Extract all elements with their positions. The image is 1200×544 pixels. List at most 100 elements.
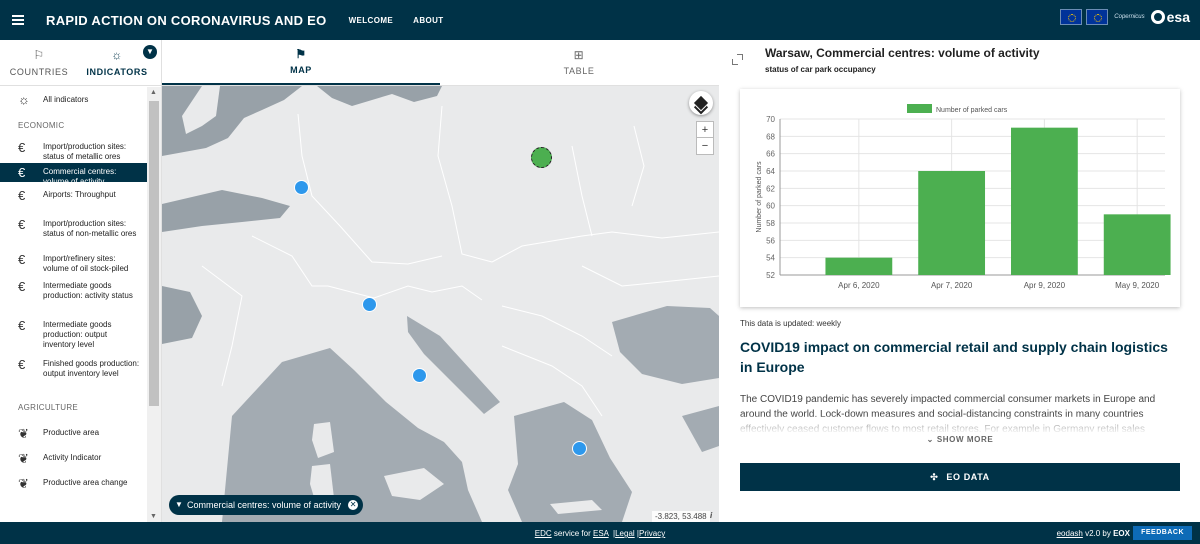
x-tick-label: Apr 7, 2020 <box>931 281 973 290</box>
indicator-item[interactable]: € Import/production sites: status of meta… <box>0 138 147 163</box>
bar-chart: 52 54 56 58 60 62 64 66 68 70 Number of parked car… <box>756 104 1171 290</box>
scroll-up-icon[interactable]: ▲ <box>150 89 157 96</box>
poi-marker[interactable] <box>412 368 427 383</box>
indicator-item[interactable]: € Commercial centres: volume of activity <box>0 163 147 186</box>
view-tabs: ⚑ MAP ⊞ TABLE <box>162 40 719 86</box>
indicator-item-label: Finished goods production: output invent… <box>43 359 140 378</box>
active-filter-chip[interactable]: ▼ Commercial centres: volume of activity… <box>169 495 364 515</box>
partner-logos: Copernicus esa <box>1060 9 1190 25</box>
bar <box>825 257 893 275</box>
indicator-item-label: Import/production sites: status of non-m… <box>43 219 137 238</box>
x-tick-label: Apr 9, 2020 <box>1024 281 1066 290</box>
indicator-item-label: Productive area change <box>43 478 128 487</box>
indicator-sidebar: ⚐ COUNTRIES ☼ INDICATORS ▼ ☼ All indicato… <box>0 40 162 522</box>
footer-links: EDC service for ESA |Legal |Privacy <box>0 529 1200 538</box>
indicator-item[interactable]: € Import/production sites: status of non-… <box>0 215 147 250</box>
eu-flag-icon <box>1060 9 1083 25</box>
app-header: RAPID ACTION ON CORONAVIRUS AND EO WELCO… <box>0 0 1200 40</box>
legal-link[interactable]: Legal <box>615 529 635 538</box>
indicator-all[interactable]: ☼ All indicators <box>0 87 147 112</box>
indicator-item-label: Intermediate goods production: output in… <box>43 320 112 349</box>
map-view[interactable]: + − ▼ Commercial centres: volume of acti… <box>162 86 719 522</box>
indicator-item-label: Productive area <box>43 428 100 437</box>
scroll-thumb[interactable] <box>149 101 159 406</box>
indicator-item[interactable]: € Intermediate goods production: output i… <box>0 316 147 355</box>
indicator-item-label: Commercial centres: volume of activity <box>43 167 117 186</box>
nav-welcome[interactable]: WELCOME <box>349 16 394 25</box>
esa-logo-text: esa <box>1166 9 1190 25</box>
euro-icon: € <box>18 217 26 232</box>
y-tick-label: 68 <box>766 132 775 141</box>
europe-basemap <box>162 86 719 522</box>
menu-icon[interactable] <box>0 0 36 40</box>
bar <box>918 171 986 275</box>
privacy-link[interactable]: Privacy <box>639 529 665 538</box>
x-tick-label: Apr 6, 2020 <box>838 281 880 290</box>
app-footer: EDC service for ESA |Legal |Privacy eoda… <box>0 522 1200 544</box>
euro-icon: € <box>18 318 26 333</box>
info-icon[interactable]: i <box>710 511 712 520</box>
article-fade <box>740 416 1180 434</box>
show-more-label: SHOW MORE <box>936 435 994 444</box>
euro-icon: € <box>18 165 26 180</box>
zoom-out-button[interactable]: − <box>696 137 714 155</box>
feedback-button[interactable]: FEEDBACK <box>1133 526 1192 540</box>
filter-icon[interactable]: ▼ <box>143 45 157 59</box>
indicator-item[interactable]: ❦ Productive area change <box>0 470 147 495</box>
indicator-scrollbar[interactable]: ▲ ▼ <box>147 87 161 522</box>
tab-map[interactable]: ⚑ MAP <box>162 40 440 85</box>
poi-marker[interactable] <box>294 180 309 195</box>
leaf-icon: ❦ <box>18 476 29 491</box>
esa-link[interactable]: ESA <box>593 529 609 538</box>
poi-marker[interactable] <box>362 297 377 312</box>
bar <box>1011 127 1078 275</box>
bar <box>1103 214 1171 275</box>
legend-swatch <box>907 104 932 113</box>
show-more-button[interactable]: ⌄ SHOW MORE <box>720 435 1200 444</box>
tab-table[interactable]: ⊞ TABLE <box>440 40 718 85</box>
filter-icon: ▼ <box>175 500 183 509</box>
y-tick-label: 70 <box>766 115 775 124</box>
y-tick-label: 64 <box>766 167 775 176</box>
close-icon[interactable]: ✕ <box>348 500 359 510</box>
lightbulb-icon: ☼ <box>111 47 123 62</box>
article-title: COVID19 impact on commercial retail and … <box>740 339 1168 375</box>
indicator-item[interactable]: € Import/refinery sites: volume of oil st… <box>0 250 147 277</box>
layers-icon[interactable] <box>689 91 713 115</box>
leaf-icon: ❦ <box>18 426 29 441</box>
indicator-item-label: Import/production sites: status of metal… <box>43 142 127 161</box>
euro-icon: € <box>18 357 26 372</box>
indicator-item-label: Activity Indicator <box>43 453 102 462</box>
tab-countries[interactable]: ⚐ COUNTRIES <box>0 40 78 85</box>
indicator-item[interactable]: € Finished goods production: output inven… <box>0 355 147 394</box>
poi-marker[interactable] <box>572 441 587 456</box>
selected-poi-marker[interactable] <box>531 147 552 168</box>
tab-indicators-label: INDICATORS <box>86 66 148 77</box>
y-tick-label: 58 <box>766 219 775 228</box>
y-tick-label: 54 <box>766 254 775 263</box>
edc-link[interactable]: EDC <box>535 529 552 538</box>
euro-icon: € <box>18 140 26 155</box>
euro-icon: € <box>18 188 26 203</box>
flag-icon: ⚐ <box>33 47 45 62</box>
indicator-item-label: Airports: Throughput <box>43 190 116 199</box>
eo-data-button[interactable]: ✣ EO DATA <box>740 463 1180 491</box>
map-search-icon: ⚑ <box>295 47 307 61</box>
eodash-link[interactable]: eodash <box>1057 529 1083 538</box>
indicator-item[interactable]: ❦ Activity Indicator <box>0 445 147 470</box>
app-title: RAPID ACTION ON CORONAVIRUS AND EO <box>46 12 327 28</box>
cursor-coordinates: -3.823, 53.488 <box>652 511 710 522</box>
detail-panel: Warsaw, Commercial centres: volume of ac… <box>720 40 1200 522</box>
tab-table-label: TABLE <box>563 66 595 76</box>
y-tick-label: 52 <box>766 271 775 280</box>
scroll-down-icon[interactable]: ▼ <box>150 513 157 520</box>
indicator-all-label: All indicators <box>43 94 89 104</box>
chart-card: 52 54 56 58 60 62 64 66 68 70 Number of parked car… <box>740 89 1180 307</box>
expand-icon[interactable] <box>732 54 743 65</box>
esa-logo: esa <box>1150 9 1190 25</box>
indicator-item[interactable]: ❦ Productive area <box>0 420 147 445</box>
indicator-item-label: Import/refinery sites: volume of oil sto… <box>43 254 129 273</box>
indicator-item[interactable]: € Intermediate goods production: activity… <box>0 277 147 316</box>
nav-about[interactable]: ABOUT <box>413 16 443 25</box>
y-tick-label: 56 <box>766 236 775 245</box>
